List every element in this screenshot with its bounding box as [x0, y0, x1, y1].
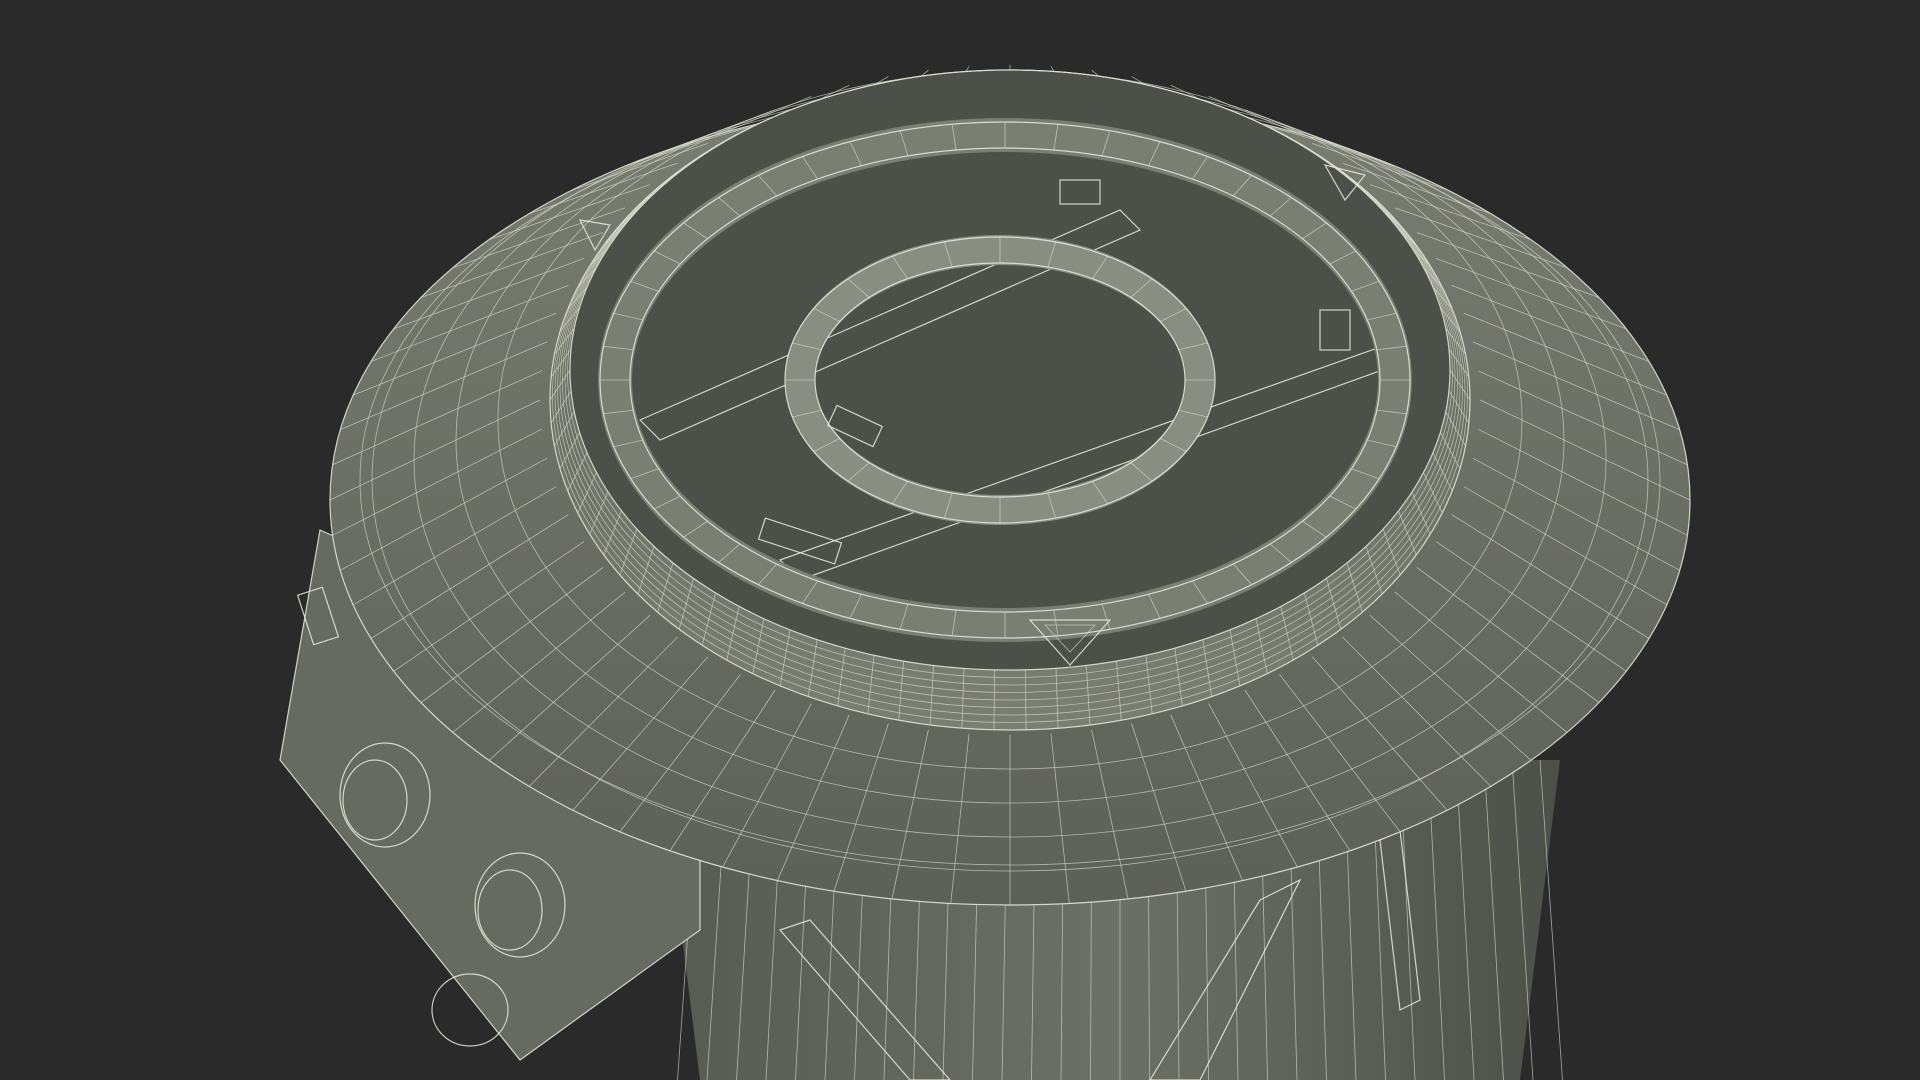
wireframe-model [279, 65, 1691, 1080]
render-viewport [0, 0, 1920, 1080]
